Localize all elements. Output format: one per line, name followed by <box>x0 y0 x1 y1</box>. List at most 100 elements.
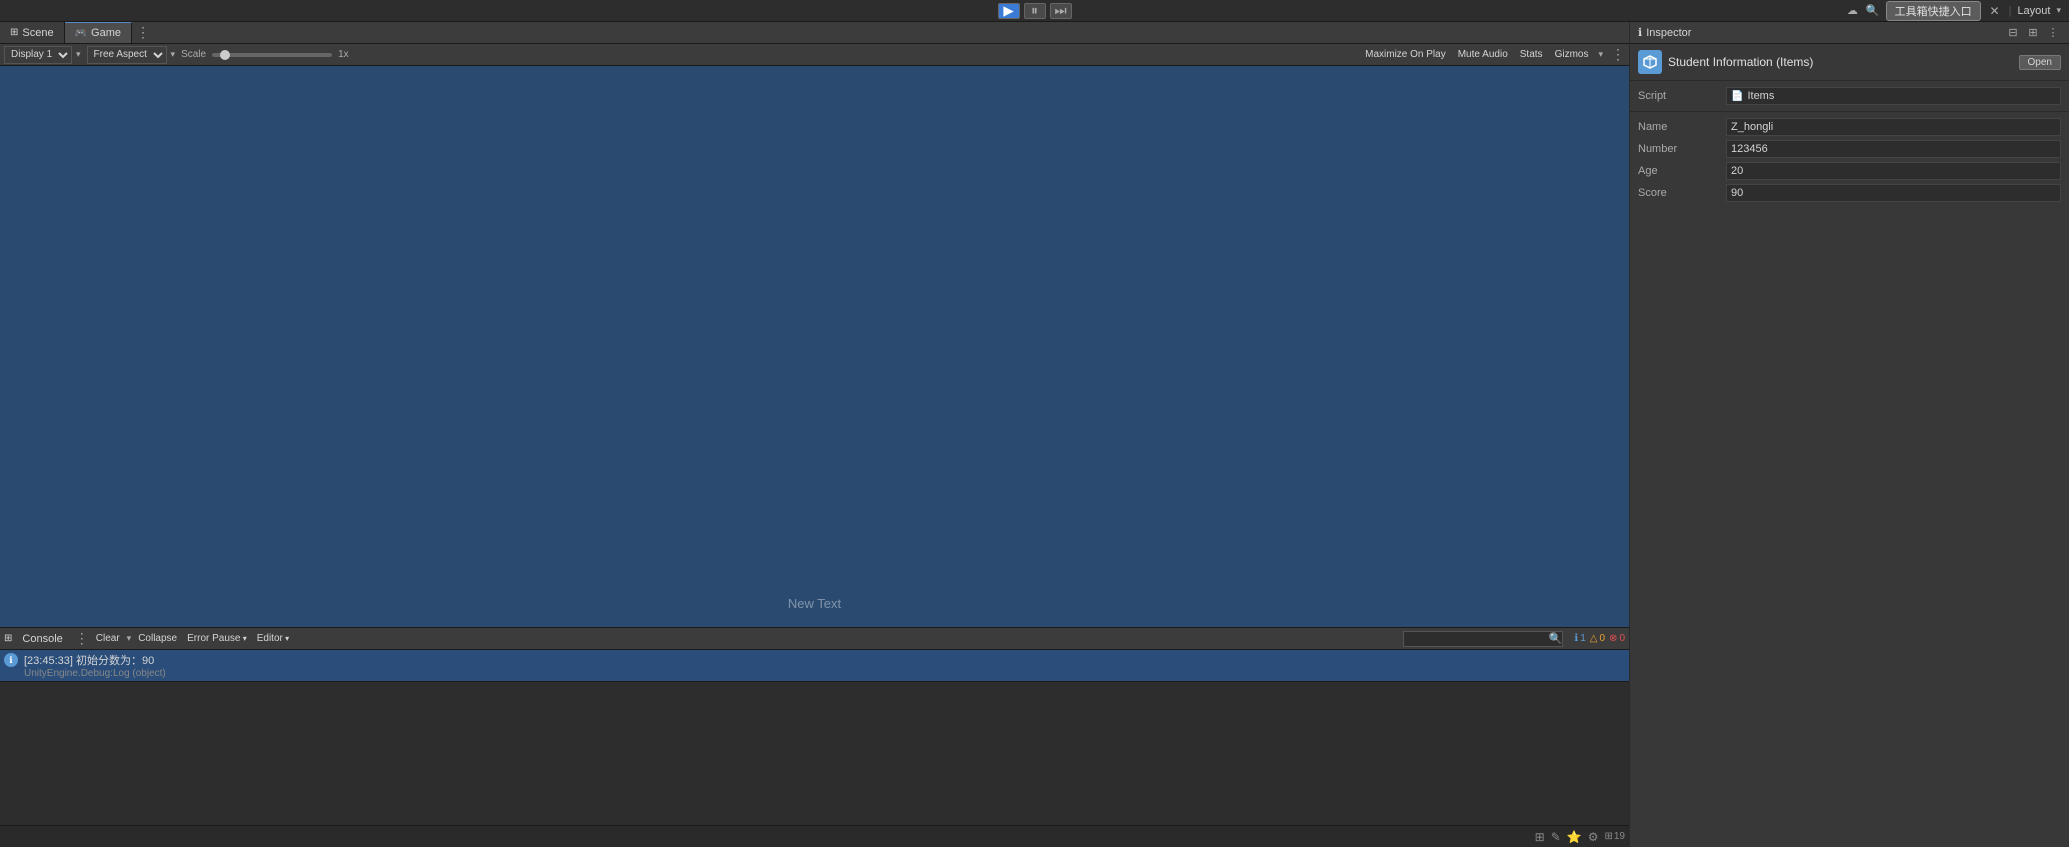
info-count-badge: ℹ 1 <box>1574 633 1585 644</box>
scale-value: 1x <box>338 49 349 60</box>
console-entry-icon-0: ℹ <box>4 653 18 667</box>
prop-row-name: Name Z_hongli <box>1638 116 2061 138</box>
prop-row-number: Number 123456 <box>1638 138 2061 160</box>
script-file-name: Items <box>1747 90 1774 102</box>
status-icon-4[interactable]: ⚙ <box>1588 830 1599 844</box>
top-bar: ▶ ⏸ ⏭ ☁ 🔍 工具箱快捷入口 ✕ | Layout ▾ <box>0 0 2069 22</box>
new-text-label: New Text <box>788 596 841 611</box>
status-icon-1[interactable]: ⊞ <box>1535 830 1545 844</box>
console-entry-sub-0: UnityEngine.Debug:Log (object) <box>24 668 1625 679</box>
scene-icon: ⊞ <box>10 27 18 38</box>
number-value[interactable]: 123456 <box>1726 140 2061 158</box>
open-button[interactable]: Open <box>2019 55 2061 70</box>
status-icon-3[interactable]: ⭐ <box>1567 830 1582 844</box>
tool-input-button[interactable]: 工具箱快捷入口 <box>1886 1 1981 21</box>
game-toolbar-more[interactable]: ⋮ <box>1611 46 1625 63</box>
script-row: Script 📄 Items <box>1638 85 2061 107</box>
console-entry-text-0: [23:45:33] 初始分数为：90 UnityEngine.Debug:Lo… <box>24 652 1625 679</box>
scale-label: Scale <box>181 49 206 60</box>
error-pause-button[interactable]: Error Pause <box>184 630 250 648</box>
script-value[interactable]: 📄 Items <box>1726 87 2061 105</box>
pause-button[interactable]: ⏸ <box>1024 3 1046 19</box>
status-count-value: 19 <box>1614 831 1625 842</box>
top-icons: ☁ 🔍 <box>1847 4 1880 17</box>
tool-close-button[interactable]: ✕ <box>1987 3 2003 19</box>
stats-button[interactable]: Stats <box>1518 49 1545 60</box>
console-tab-label: Console <box>16 633 68 645</box>
console-panel: ⊞ Console ⋮ Clear ▾ Collapse Error Pause… <box>0 627 1629 847</box>
script-section: Script 📄 Items <box>1630 81 2069 112</box>
layout-arrow: ▾ <box>2056 5 2061 16</box>
console-search-input[interactable] <box>1403 631 1563 647</box>
component-header: Student Information (Items) Open <box>1630 44 2069 81</box>
component-name: Student Information (Items) <box>1668 55 1813 69</box>
file-icon: 📄 <box>1731 91 1743 102</box>
warning-icon: △ <box>1590 633 1598 644</box>
console-content: ℹ [23:45:33] 初始分数为：90 UnityEngine.Debug:… <box>0 650 1629 847</box>
name-value[interactable]: Z_hongli <box>1726 118 2061 136</box>
aspect-select[interactable]: Free Aspect <box>87 46 167 64</box>
tabs-more-button[interactable]: ⋮ <box>136 24 150 41</box>
scale-slider[interactable] <box>212 53 332 57</box>
inspector-icon: ℹ <box>1638 26 1642 39</box>
maximize-on-play-button[interactable]: Maximize On Play <box>1363 49 1448 60</box>
layout-button[interactable]: Layout <box>2017 5 2050 17</box>
status-count: ⊞ 19 <box>1604 831 1625 842</box>
warning-count: 0 <box>1599 633 1605 644</box>
prop-row-score: Score 90 <box>1638 182 2061 204</box>
inspector-minimize-btn[interactable]: ⊟ <box>2005 25 2021 41</box>
console-entry-main-0: [23:45:33] 初始分数为：90 <box>24 652 1625 668</box>
console-more-btn[interactable]: ⋮ <box>75 630 89 647</box>
collapse-button[interactable]: Collapse <box>135 630 180 648</box>
search-icon: 🔍 <box>1549 632 1563 645</box>
display-select[interactable]: Display 1 <box>4 46 72 64</box>
score-value[interactable]: 90 <box>1726 184 2061 202</box>
game-viewport: New Text <box>0 66 1629 627</box>
inspector-header-right: ⊟ ⊞ ⋮ <box>2005 25 2061 41</box>
inspector-maximize-btn[interactable]: ⊞ <box>2025 25 2041 41</box>
status-icon-2[interactable]: ✎ <box>1551 830 1561 844</box>
search-icon[interactable]: 🔍 <box>1866 4 1880 17</box>
game-tab-label: Game <box>91 27 121 39</box>
script-label: Script <box>1638 90 1718 102</box>
step-button[interactable]: ⏭ <box>1050 3 1072 19</box>
inspector-panel: ℹ Inspector ⊟ ⊞ ⋮ Student Informati <box>1629 22 2069 847</box>
properties-section: Name Z_hongli Number 123456 Age 20 Score… <box>1630 112 2069 208</box>
editor-button[interactable]: Editor <box>254 630 292 648</box>
cloud-icon[interactable]: ☁ <box>1847 4 1858 17</box>
age-value[interactable]: 20 <box>1726 162 2061 180</box>
tab-game[interactable]: 🎮 Game <box>65 22 132 43</box>
tab-scene[interactable]: ⊞ Scene <box>0 22 65 43</box>
editor-tabs: ⊞ Scene 🎮 Game ⋮ <box>0 22 1629 44</box>
game-toolbar: Display 1 ▾ Free Aspect ▾ Scale 1x Maxim… <box>0 44 1629 66</box>
warning-count-badge: △ 0 <box>1590 633 1605 644</box>
clear-button[interactable]: Clear <box>93 630 123 648</box>
info-count: 1 <box>1580 633 1586 644</box>
console-timestamp-0: [23:45:33] <box>24 655 76 667</box>
prop-row-age: Age 20 <box>1638 160 2061 182</box>
console-toolbar: ⊞ Console ⋮ Clear ▾ Collapse Error Pause… <box>0 628 1629 650</box>
unity-editor: ▶ ⏸ ⏭ ☁ 🔍 工具箱快捷入口 ✕ | Layout ▾ ⊞ Scene <box>0 0 2069 847</box>
play-button[interactable]: ▶ <box>998 3 1020 19</box>
clear-arrow: ▾ <box>127 633 132 644</box>
top-bar-right: ☁ 🔍 工具箱快捷入口 ✕ | Layout ▾ <box>1847 1 2061 21</box>
mute-audio-button[interactable]: Mute Audio <box>1456 49 1510 60</box>
component-icon <box>1638 50 1662 74</box>
playback-controls: ▶ ⏸ ⏭ <box>998 3 1072 19</box>
scene-tab-label: Scene <box>22 27 53 39</box>
inspector-more-btn[interactable]: ⋮ <box>2045 25 2061 41</box>
age-label: Age <box>1638 165 1718 177</box>
score-label: Score <box>1638 187 1718 199</box>
error-count-badge: ⊗ 0 <box>1609 633 1625 644</box>
console-counts: ℹ 1 △ 0 ⊗ 0 <box>1574 633 1625 644</box>
console-entry-0[interactable]: ℹ [23:45:33] 初始分数为：90 UnityEngine.Debug:… <box>0 650 1629 682</box>
number-label: Number <box>1638 143 1718 155</box>
gizmos-button[interactable]: Gizmos <box>1553 49 1591 60</box>
status-count-icon: ⊞ <box>1604 831 1612 842</box>
info-icon: ℹ <box>1574 633 1578 644</box>
aspect-arrow: ▾ <box>171 49 176 60</box>
left-content: ⊞ Scene 🎮 Game ⋮ Display 1 ▾ Free Aspect <box>0 22 1629 847</box>
cube-svg <box>1642 54 1658 70</box>
console-message-0: 初始分数为：90 <box>76 655 154 667</box>
inspector-body <box>1630 208 2069 847</box>
